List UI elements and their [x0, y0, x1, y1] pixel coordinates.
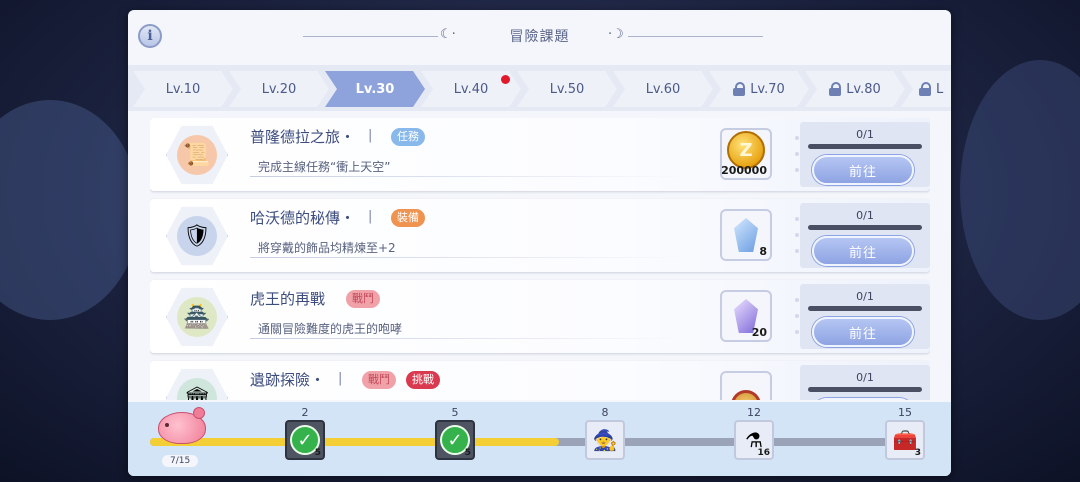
progress-text: 0/1 — [856, 371, 874, 384]
notification-badge — [501, 75, 510, 84]
reward-slot[interactable]: 20 — [720, 290, 772, 342]
treasure-chest-icon: 🧰 — [892, 428, 918, 452]
reward-slot[interactable]: 8 — [720, 209, 772, 261]
tab-lv50[interactable]: Lv.50 — [517, 71, 617, 107]
tab-lv10[interactable]: Lv.10 — [133, 71, 233, 107]
quest-item: 🏛 遺跡探險・ | 戰鬥 挑戰 0/1 前往 — [150, 361, 930, 400]
quest-name: 哈沃德的秘傳・ — [246, 209, 356, 227]
quest-separator: | — [368, 209, 373, 224]
milestone-label: 2 — [301, 406, 309, 419]
milestone-label: 15 — [898, 406, 912, 419]
lock-icon — [829, 82, 842, 96]
ruins-icon: 🏛 — [177, 378, 217, 400]
crescent-right-icon: ·☽ — [608, 27, 624, 42]
tab-lv70[interactable]: Lv.70 — [709, 71, 809, 107]
milestone-label: 8 — [601, 406, 609, 419]
milestone-node[interactable]: ✓ 5 — [285, 420, 325, 460]
quest-icon-frame: 🏯 — [166, 287, 228, 347]
book-icon: 📜 — [177, 135, 217, 175]
progress-text: 0/1 — [856, 128, 874, 141]
reward-quantity: 20 — [751, 326, 767, 339]
milestone-node[interactable]: 🧰 3 — [885, 420, 925, 460]
poring-icon — [158, 407, 206, 444]
quest-tag: 戰鬥 — [346, 290, 380, 308]
quest-progress: 0/1 前往 — [800, 284, 930, 349]
quest-item: 📜 普隆德拉之旅・ | 任務 完成主線任務“衝上天空” Z 200000 0/1… — [150, 118, 930, 191]
milestone-label: 12 — [747, 406, 761, 419]
lock-icon — [919, 82, 931, 96]
quest-separator: | — [338, 371, 343, 386]
tab-lv90[interactable]: L — [901, 71, 951, 107]
go-button[interactable]: 前往 — [812, 317, 914, 347]
lock-icon — [733, 82, 746, 96]
quest-description: 通關冒險難度的虎王的咆哮 — [258, 322, 403, 336]
adventure-quests-panel: i ☾· 冒險課題 ·☽ ✕ Lv.10 Lv.20 Lv.30 Lv.40 L… — [128, 10, 951, 476]
quest-item: 🛡 哈沃德的秘傳・ | 裝備 將穿戴的飾品均精煉至+2 8 0/1 前往 — [150, 199, 930, 272]
reward-slot[interactable]: Z 200000 — [720, 128, 772, 180]
quest-name: 虎王的再戰 — [246, 290, 326, 308]
progress-bar — [808, 144, 922, 149]
milestone-node[interactable]: ✓ 5 — [435, 420, 475, 460]
milestone-count: 7/15 — [162, 455, 199, 467]
milestone-progress: 7/15 2 ✓ 5 5 ✓ 5 8 🧙 12 ⚗ 16 15 🧰 3 — [128, 402, 951, 476]
milestone-node[interactable]: ⚗ 16 — [734, 420, 774, 460]
milestone-fill — [150, 438, 560, 446]
progress-bar — [808, 387, 922, 392]
progress-text: 0/1 — [856, 290, 874, 303]
medal-icon — [731, 390, 761, 400]
page-title: 冒險課題 — [509, 29, 570, 45]
quest-icon-frame: 🏛 — [166, 368, 228, 400]
quest-tag-challenge: 挑戰 — [406, 371, 440, 389]
quest-progress: 0/1 前往 — [800, 365, 930, 400]
quest-icon-frame: 📜 — [166, 125, 228, 185]
quest-tag: 任務 — [391, 128, 425, 146]
temple-icon: 🏯 — [177, 297, 217, 337]
quest-list: 📜 普隆德拉之旅・ | 任務 完成主線任務“衝上天空” Z 200000 0/1… — [150, 118, 930, 400]
go-button[interactable]: 前往 — [812, 236, 914, 266]
armor-icon: 🛡 — [177, 216, 217, 256]
milestone-track — [150, 438, 908, 446]
reward-quantity: 8 — [759, 245, 767, 258]
reward-slot[interactable] — [720, 371, 772, 400]
tab-lv20[interactable]: Lv.20 — [229, 71, 329, 107]
progress-bar — [808, 225, 922, 230]
go-button[interactable]: 前往 — [812, 155, 914, 185]
progress-text: 0/1 — [856, 209, 874, 222]
milestone-node[interactable]: 🧙 — [585, 420, 625, 460]
quest-description: 將穿戴的飾品均精煉至+2 — [258, 241, 396, 255]
quest-name: 遺跡探險・ — [246, 371, 326, 389]
title-divider-right — [628, 36, 763, 37]
figure-icon: 🧙 — [592, 428, 618, 452]
quest-separator: | — [368, 128, 373, 143]
reward-quantity: 200000 — [721, 164, 767, 177]
quest-icon-frame: 🛡 — [166, 206, 228, 266]
level-tabs: Lv.10 Lv.20 Lv.30 Lv.40 Lv.50 Lv.60 Lv.7… — [128, 65, 951, 111]
milestone-label: 5 — [451, 406, 459, 419]
quest-progress: 0/1 前往 — [800, 203, 930, 268]
tab-lv30[interactable]: Lv.30 — [325, 71, 425, 107]
quest-progress: 0/1 前往 — [800, 122, 930, 187]
quest-item: 🏯 虎王的再戰 戰鬥 通關冒險難度的虎王的咆哮 20 0/1 前往 — [150, 280, 930, 353]
go-button[interactable]: 前往 — [812, 398, 914, 400]
progress-bar — [808, 306, 922, 311]
quest-description: 完成主線任務“衝上天空” — [258, 160, 391, 174]
quest-tag: 裝備 — [391, 209, 425, 227]
crystal-icon — [734, 218, 758, 252]
header: i ☾· 冒險課題 ·☽ — [128, 10, 951, 62]
tab-lv60[interactable]: Lv.60 — [613, 71, 713, 107]
quest-name: 普隆德拉之旅・ — [246, 128, 356, 146]
quest-tag: 戰鬥 — [362, 371, 396, 389]
tab-lv80[interactable]: Lv.80 — [805, 71, 905, 107]
